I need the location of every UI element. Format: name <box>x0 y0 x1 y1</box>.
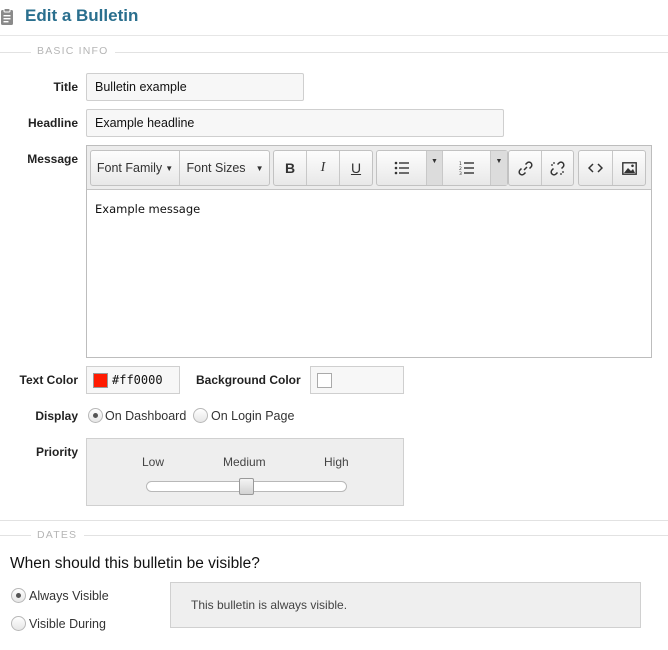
radio-label-on-dashboard: On Dashboard <box>105 409 187 423</box>
numbered-list-dropdown[interactable]: ▼ <box>491 151 507 185</box>
text-color-value: #ff0000 <box>112 373 163 387</box>
section-label-basic-info: BASIC INFO <box>31 45 115 57</box>
priority-slider-handle[interactable] <box>239 478 254 495</box>
remove-link-button[interactable] <box>542 151 573 185</box>
numbered-list-icon: 1 2 3 <box>459 161 474 175</box>
insert-group <box>578 150 646 186</box>
chevron-down-icon: ▼ <box>255 163 264 173</box>
tick-high: High <box>324 455 349 469</box>
tick-medium: Medium <box>223 455 266 469</box>
priority-slider-panel: Low Medium High <box>86 438 404 506</box>
visibility-info-text: This bulletin is always visible. <box>191 598 348 612</box>
insert-image-button[interactable] <box>613 151 645 185</box>
radio-label-always-visible: Always Visible <box>29 589 109 603</box>
font-sizes-dropdown[interactable]: Font Sizes ▼ <box>181 151 269 185</box>
background-color-label: Background Color <box>196 373 301 387</box>
section-divider <box>84 535 668 536</box>
message-label: Message <box>27 152 78 166</box>
font-family-label: Font Family <box>96 161 163 175</box>
text-color-swatch <box>93 373 108 388</box>
list-group: ▼ 1 2 3 ▼ <box>376 150 508 186</box>
radio-visible-during[interactable] <box>11 616 26 631</box>
caret-down-icon: ▼ <box>431 157 438 165</box>
tick-low: Low <box>142 455 165 469</box>
headline-label: Headline <box>27 116 78 130</box>
clipboard-icon <box>1 8 13 25</box>
link-group <box>508 150 574 186</box>
background-color-swatch <box>317 373 332 388</box>
unlink-icon <box>550 160 565 176</box>
svg-text:3: 3 <box>459 171 462 175</box>
section-divider <box>0 535 31 536</box>
font-family-dropdown[interactable]: Font Family ▼ <box>91 151 180 185</box>
radio-on-login-page[interactable] <box>193 408 208 423</box>
numbered-list-button[interactable]: 1 2 3 <box>443 151 491 185</box>
text-color-label: Text Color <box>19 373 78 387</box>
radio-label-on-login-page: On Login Page <box>211 409 295 423</box>
message-editor: Font Family ▼ Font Sizes ▼ B I U ▼ 1 2 3… <box>86 145 652 358</box>
page-header: Edit a Bulletin <box>0 0 668 36</box>
bullet-list-button[interactable] <box>377 151 427 185</box>
editor-toolbar: Font Family ▼ Font Sizes ▼ B I U ▼ 1 2 3… <box>87 146 651 190</box>
visibility-info-panel: This bulletin is always visible. <box>170 582 641 628</box>
bullet-list-dropdown[interactable]: ▼ <box>427 151 443 185</box>
section-label-dates: DATES <box>31 529 84 541</box>
display-label: Display <box>35 409 78 423</box>
visibility-question: When should this bulletin be visible? <box>10 555 260 572</box>
style-group: B I U <box>273 150 373 186</box>
font-sizes-label: Font Sizes <box>186 161 246 175</box>
link-icon <box>517 160 533 176</box>
section-divider <box>0 520 668 521</box>
chevron-down-icon: ▼ <box>165 163 174 173</box>
priority-label: Priority <box>35 445 78 459</box>
bold-button[interactable]: B <box>274 151 307 185</box>
insert-link-button[interactable] <box>509 151 542 185</box>
font-group: Font Family ▼ Font Sizes ▼ <box>90 150 270 186</box>
title-label: Title <box>53 80 78 94</box>
radio-on-dashboard[interactable] <box>88 408 103 423</box>
caret-down-icon: ▼ <box>495 157 503 165</box>
bullet-list-icon <box>394 161 409 175</box>
code-icon <box>588 163 603 173</box>
headline-input[interactable] <box>86 109 504 137</box>
underline-button[interactable]: U <box>340 151 372 185</box>
image-icon <box>621 161 637 175</box>
code-view-button[interactable] <box>579 151 613 185</box>
title-input[interactable] <box>86 73 304 101</box>
text-color-picker[interactable]: #ff0000 <box>86 366 180 394</box>
italic-button[interactable]: I <box>307 151 340 185</box>
background-color-picker[interactable] <box>310 366 404 394</box>
radio-label-visible-during: Visible During <box>29 617 106 631</box>
message-body[interactable]: Example message <box>95 202 200 216</box>
radio-always-visible[interactable] <box>11 588 26 603</box>
page-title: Edit a Bulletin <box>25 6 139 25</box>
